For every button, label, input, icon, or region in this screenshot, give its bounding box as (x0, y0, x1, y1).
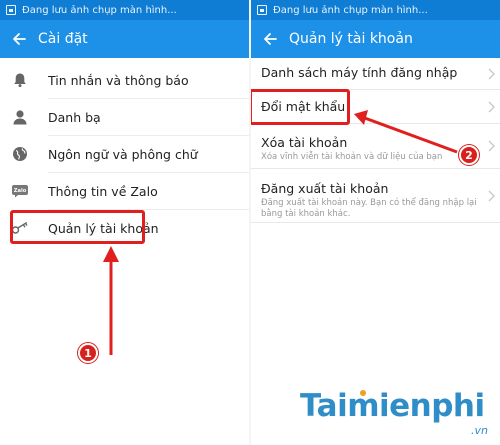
menu-item-label: Ngôn ngữ và phông chữ (48, 146, 198, 162)
chevron-right-icon (488, 140, 495, 152)
watermark-tld: .vn (471, 424, 488, 437)
person-icon (11, 108, 29, 126)
option-logout-account[interactable]: Đăng xuất tài khoản Đăng xuất tài khoản … (251, 169, 500, 223)
menu-item-about-zalo[interactable]: Zalo Thông tin về Zalo (12, 173, 249, 210)
step-1-badge: 1 (78, 343, 98, 363)
status-bar: Đang lưu ảnh chụp màn hình... (0, 0, 249, 20)
status-bar: Đang lưu ảnh chụp màn hình... (251, 0, 500, 20)
option-change-password[interactable]: Đổi mật khẩu (251, 90, 500, 123)
chevron-right-icon (488, 190, 495, 201)
menu-item-label: Danh bạ (48, 109, 101, 125)
watermark-dot-icon (360, 390, 366, 396)
menu-item-label: Tin nhắn và thông báo (48, 72, 189, 88)
page-title: Quản lý tài khoản (289, 31, 413, 47)
account-options-list: Danh sách máy tính đăng nhập Đổi mật khẩ… (251, 58, 500, 223)
watermark: Taimienphi .vn (300, 388, 496, 442)
menu-item-contacts[interactable]: Danh bạ (13, 99, 249, 136)
back-arrow-icon[interactable] (0, 20, 38, 58)
menu-item-notifications[interactable]: Tin nhắn và thông báo (14, 62, 249, 99)
app-bar: Quản lý tài khoản (251, 20, 500, 58)
watermark-name: Taimienphi (300, 388, 485, 424)
app-bar: Cài đặt (0, 20, 249, 58)
option-subtitle: Xóa vĩnh viễn tài khoản và dữ liệu của b… (261, 152, 443, 162)
option-title: Xóa tài khoản (261, 135, 348, 150)
page-title: Cài đặt (38, 31, 88, 47)
chevron-right-icon (488, 101, 495, 112)
menu-item-label: Quản lý tài khoản (48, 221, 159, 236)
bell-icon (11, 71, 29, 89)
menu-item-language-font[interactable]: Ngôn ngữ và phông chữ (13, 136, 249, 173)
back-arrow-icon[interactable] (251, 20, 289, 58)
menu-item-label: Thông tin về Zalo (48, 183, 158, 199)
screenshot-icon (257, 5, 267, 15)
settings-screen: Đang lưu ảnh chụp màn hình... Cài đặt Ti… (0, 0, 249, 445)
zalo-icon-text: Zalo (14, 188, 27, 194)
globe-icon (11, 145, 29, 163)
account-management-screen: Đang lưu ảnh chụp màn hình... Quản lý tà… (251, 0, 500, 445)
settings-menu: Tin nhắn và thông báo Danh bạ Ngôn ngữ v… (0, 58, 249, 247)
screenshot-icon (6, 5, 16, 15)
option-title: Đổi mật khẩu (261, 99, 346, 114)
zalo-icon: Zalo (11, 182, 29, 200)
option-subtitle: Đăng xuất tài khoản này. Bạn có thể đăng… (261, 198, 477, 219)
chevron-right-icon (488, 68, 495, 79)
menu-item-account-management[interactable]: Quản lý tài khoản (11, 210, 249, 247)
key-icon (11, 219, 29, 237)
option-login-computers[interactable]: Danh sách máy tính đăng nhập (251, 58, 500, 90)
status-text: Đang lưu ảnh chụp màn hình... (22, 4, 177, 16)
option-title: Danh sách máy tính đăng nhập (261, 65, 458, 80)
option-title: Đăng xuất tài khoản (261, 181, 389, 196)
status-text: Đang lưu ảnh chụp màn hình... (273, 4, 428, 16)
step-2-badge: 2 (459, 145, 479, 165)
